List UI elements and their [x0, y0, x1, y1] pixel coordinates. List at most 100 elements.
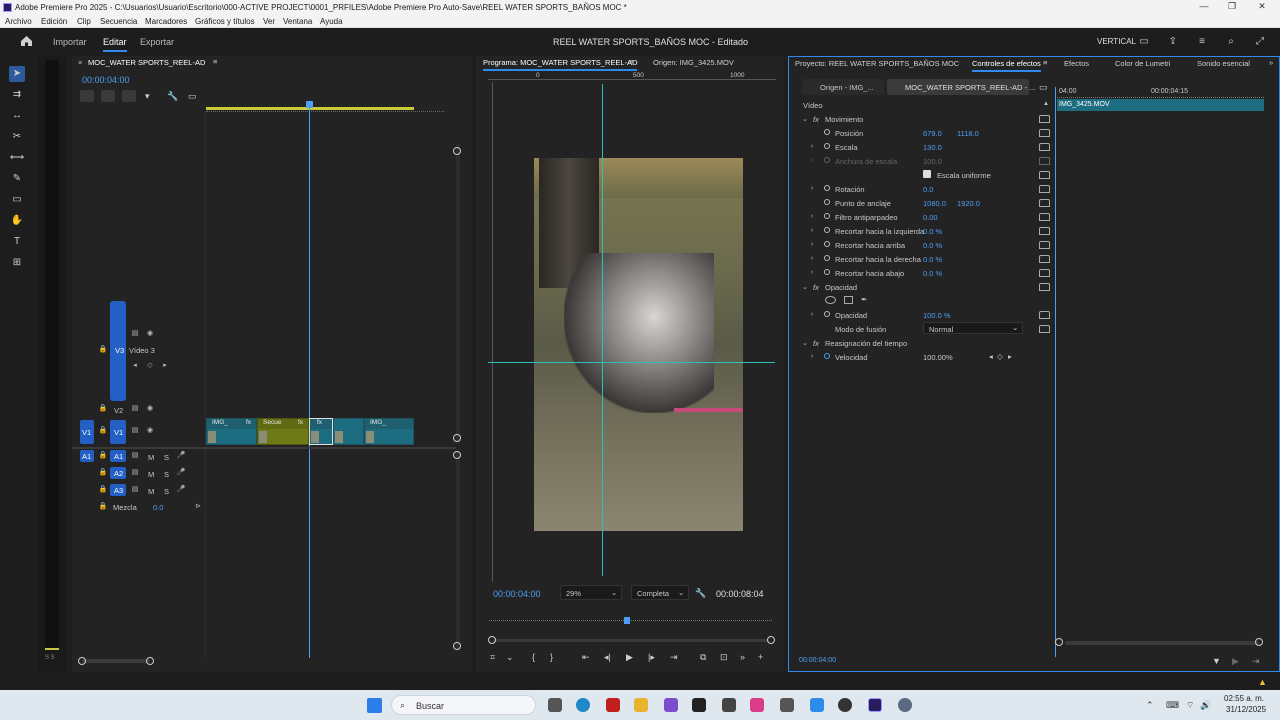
- reset-icon[interactable]: [1039, 227, 1050, 235]
- timeline-clip-selected[interactable]: fx: [309, 418, 333, 445]
- reset-icon[interactable]: [1039, 283, 1050, 291]
- fx-icon[interactable]: fx: [813, 115, 819, 124]
- taskbar-time[interactable]: 02:55 a. m.: [1224, 694, 1264, 703]
- video-audio-divider[interactable]: [72, 447, 456, 449]
- hand-tool-icon[interactable]: ✋: [9, 213, 25, 229]
- timeline-clip-nested[interactable]: Secue fx: [257, 418, 309, 445]
- effects-tab[interactable]: Efectos: [1064, 59, 1089, 68]
- uniform-scale-checkbox[interactable]: [923, 170, 931, 178]
- taskbar-date[interactable]: 31/12/2025: [1226, 705, 1266, 714]
- timeline-clip[interactable]: IMG_ fx: [206, 418, 257, 445]
- taskbar-search[interactable]: ⌕ Buscar: [391, 695, 536, 715]
- a2-sync-lock-icon[interactable]: ▤: [130, 468, 140, 478]
- premiere-taskbar-icon[interactable]: [868, 698, 882, 712]
- search-icon[interactable]: ⌕: [1225, 36, 1237, 47]
- capcut-icon[interactable]: [722, 698, 736, 712]
- a1-mute-button[interactable]: M: [148, 453, 154, 462]
- tab-importar[interactable]: Importar: [53, 37, 87, 47]
- menu-ventana[interactable]: Ventana: [283, 17, 312, 26]
- chevron-right-icon[interactable]: ›: [811, 227, 813, 234]
- app-icon[interactable]: [692, 698, 706, 712]
- timeline-menu-icon[interactable]: ≡: [213, 57, 217, 66]
- play-icon[interactable]: ▶: [626, 651, 633, 663]
- stopwatch-icon[interactable]: [824, 227, 830, 233]
- go-to-in-icon[interactable]: ⇤: [582, 651, 590, 663]
- prop-value[interactable]: 0.0 %: [923, 255, 942, 264]
- chevron-right-icon[interactable]: ›: [811, 241, 813, 248]
- v2-lock-icon[interactable]: 🔒: [98, 404, 108, 414]
- razor-icon[interactable]: ✂: [9, 129, 25, 145]
- effect-controls-menu-icon[interactable]: ≡: [1043, 58, 1047, 67]
- v1-eye-icon[interactable]: ◉: [145, 426, 155, 436]
- mini-clip[interactable]: IMG_3425.MOV: [1057, 99, 1264, 111]
- opacity-value[interactable]: 100.0 %: [923, 311, 951, 320]
- video-frame[interactable]: [534, 158, 743, 531]
- step-forward-icon[interactable]: |▸: [648, 651, 655, 663]
- minimize-button[interactable]: —: [1190, 1, 1218, 14]
- scroll-handle[interactable]: [453, 434, 461, 442]
- prop-value[interactable]: 0.00: [923, 213, 938, 222]
- reset-icon[interactable]: [1039, 325, 1050, 333]
- prop-value[interactable]: 0.0: [923, 185, 933, 194]
- selection-tool-icon[interactable]: ➤: [9, 66, 25, 82]
- a3-lock-icon[interactable]: 🔒: [98, 485, 108, 495]
- prop-value[interactable]: 0.0 %: [923, 227, 942, 236]
- stopwatch-icon[interactable]: [824, 311, 830, 317]
- ripple-edit-icon[interactable]: ↔: [9, 108, 25, 124]
- scroll-up-icon[interactable]: ▲: [1043, 101, 1049, 107]
- chevron-down-icon[interactable]: ⌄: [802, 339, 808, 347]
- pen-mask-icon[interactable]: ✒: [861, 295, 867, 304]
- fx-icon[interactable]: fx: [813, 283, 819, 292]
- rectangle-tool-icon[interactable]: ▭: [9, 192, 25, 208]
- quality-dropdown[interactable]: Completa ⌄: [631, 585, 689, 600]
- task-view-icon[interactable]: [548, 698, 562, 712]
- marker-icon[interactable]: ⌗: [490, 651, 495, 663]
- v2-toggle-output-icon[interactable]: ▤: [130, 404, 140, 414]
- calculator-icon[interactable]: [780, 698, 794, 712]
- program-tab[interactable]: Programa: MOC_WATER SPORTS_REEL-AD: [483, 58, 638, 71]
- a2-solo-button[interactable]: S: [164, 470, 169, 479]
- mix-lock-icon[interactable]: 🔒: [98, 502, 108, 512]
- chevron-down-icon[interactable]: ⌄: [802, 115, 808, 123]
- close-tab-icon[interactable]: ×: [78, 58, 82, 67]
- menu-ver[interactable]: Ver: [263, 17, 275, 26]
- chevron-right-icon[interactable]: ›: [811, 143, 813, 150]
- mix-endpoint-icon[interactable]: ⊳: [193, 502, 203, 512]
- stopwatch-icon[interactable]: [824, 213, 830, 219]
- a3-mic-icon[interactable]: 🎤: [176, 485, 186, 495]
- edge-icon[interactable]: [576, 698, 590, 712]
- fullscreen-icon[interactable]: ⤢: [1254, 36, 1266, 47]
- prop-value[interactable]: 100.0: [923, 157, 942, 166]
- v3-eye-icon[interactable]: ◉: [145, 329, 155, 339]
- scroll-handle[interactable]: [453, 147, 461, 155]
- v1-lock-icon[interactable]: 🔒: [98, 426, 108, 436]
- export-frame-icon[interactable]: ⊡: [720, 651, 728, 663]
- reset-icon[interactable]: [1039, 143, 1050, 151]
- blend-mode-dropdown[interactable]: Normal ⌄: [923, 322, 1023, 334]
- a1-lock-icon[interactable]: 🔒: [98, 451, 108, 461]
- scroll-handle[interactable]: [767, 636, 775, 644]
- play-audio-icon[interactable]: ▶: [1232, 655, 1239, 667]
- menu-archivo[interactable]: Archivo: [5, 17, 32, 26]
- prop-value[interactable]: 1080.0: [923, 199, 946, 208]
- prop-value-2[interactable]: 1920.0: [957, 199, 980, 208]
- prop-value[interactable]: 130.0: [923, 143, 942, 152]
- settings-wrench-icon[interactable]: 🔧: [695, 587, 706, 599]
- close-button[interactable]: ✕: [1248, 1, 1276, 14]
- a2-mic-icon[interactable]: 🎤: [176, 468, 186, 478]
- v3-next-keyframe-icon[interactable]: ▸: [160, 361, 170, 371]
- mini-ruler[interactable]: [1057, 97, 1264, 98]
- chevron-up-icon[interactable]: ⌃: [1146, 700, 1154, 711]
- scroll-handle[interactable]: [146, 657, 154, 665]
- reset-icon[interactable]: [1039, 199, 1050, 207]
- ec-horizontal-scrollbar[interactable]: [1065, 641, 1259, 645]
- source-selector[interactable]: Origen - IMG_...: [802, 79, 884, 95]
- mark-out-icon[interactable]: }: [550, 651, 553, 663]
- add-button-icon[interactable]: +: [758, 651, 763, 663]
- nest-toggle-icon[interactable]: [80, 90, 94, 102]
- add-marker-icon[interactable]: ▾: [145, 90, 150, 102]
- wifi-icon[interactable]: ⌔: [1186, 700, 1194, 711]
- filter-icon[interactable]: ▼: [1212, 655, 1221, 667]
- sequence-selector[interactable]: MOC_WATER SPORTS_REEL-AD - ...: [887, 79, 1035, 95]
- v3-lock-icon[interactable]: 🔒: [98, 345, 108, 355]
